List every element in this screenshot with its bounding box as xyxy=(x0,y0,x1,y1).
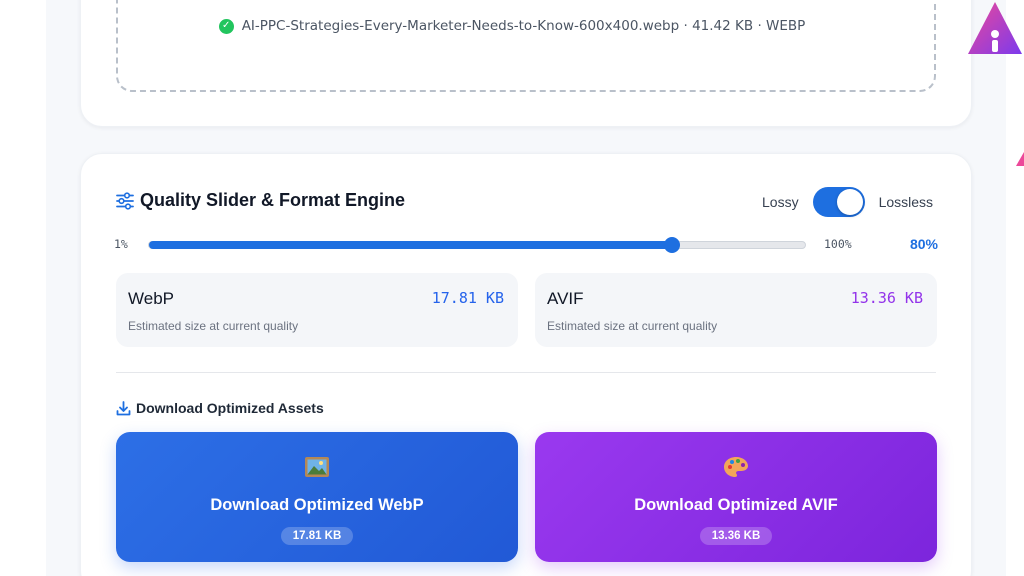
download-section-title-text: Download Optimized Assets xyxy=(136,400,324,416)
uploaded-file-info: ✓ AI-PPC-Strategies-Every-Marketer-Needs… xyxy=(0,18,1024,34)
download-section-title: Download Optimized Assets xyxy=(116,400,324,416)
separator: · xyxy=(683,18,688,34)
download-avif-label: Download Optimized AVIF xyxy=(634,496,838,514)
webp-estimate-card: WebP 17.81 KB Estimated size at current … xyxy=(116,273,518,347)
file-size-badge: 13.36 KB xyxy=(699,527,773,545)
sliders-icon xyxy=(116,191,134,210)
file-size: 41.42 KB xyxy=(692,18,754,34)
separator: · xyxy=(757,18,762,34)
file-name: AI-PPC-Strategies-Every-Marketer-Needs-t… xyxy=(241,18,680,34)
download-avif-button[interactable]: Download Optimized AVIF 13.36 KB xyxy=(535,432,937,562)
avif-estimate-card: AVIF 13.36 KB Estimated size at current … xyxy=(535,273,937,347)
lossless-label[interactable]: Lossless xyxy=(879,194,933,210)
format-name: WebP xyxy=(128,289,174,308)
lossy-label[interactable]: Lossy xyxy=(762,194,799,210)
format-name: AVIF xyxy=(547,289,584,308)
quality-slider-row: 1% 100% 80% xyxy=(114,235,938,255)
estimated-size: 17.81 KB xyxy=(431,289,504,307)
slider-fill xyxy=(149,241,673,249)
section-title-text: Quality Slider & Format Engine xyxy=(140,190,406,210)
file-size-badge: 17.81 KB xyxy=(280,527,354,545)
estimate-note: Estimated size at current quality xyxy=(128,319,299,333)
switch-knob xyxy=(836,189,863,215)
logo-fragment-icon xyxy=(1016,152,1024,166)
palette-icon xyxy=(724,457,748,477)
lossless-switch[interactable] xyxy=(812,187,865,217)
divider xyxy=(116,372,936,373)
download-webp-button[interactable]: Download Optimized WebP 17.81 KB xyxy=(116,432,518,562)
framed-picture-icon xyxy=(305,457,329,477)
compression-mode-toggle: Lossy Lossless xyxy=(762,187,933,217)
download-icon xyxy=(116,400,131,415)
logo-icon xyxy=(968,2,1022,54)
slider-min-label: 1% xyxy=(114,237,128,251)
quality-slider[interactable] xyxy=(148,237,806,253)
download-webp-label: Download Optimized WebP xyxy=(210,496,424,514)
estimate-note: Estimated size at current quality xyxy=(547,319,718,333)
slider-thumb[interactable] xyxy=(664,237,681,253)
file-format: WEBP xyxy=(766,18,806,34)
file-dropzone[interactable] xyxy=(116,0,936,92)
check-circle-icon: ✓ xyxy=(218,18,234,34)
section-title: Quality Slider & Format Engine xyxy=(116,190,405,211)
slider-value: 80% xyxy=(909,236,938,252)
slider-max-label: 100% xyxy=(824,237,852,251)
estimated-size: 13.36 KB xyxy=(850,289,923,307)
